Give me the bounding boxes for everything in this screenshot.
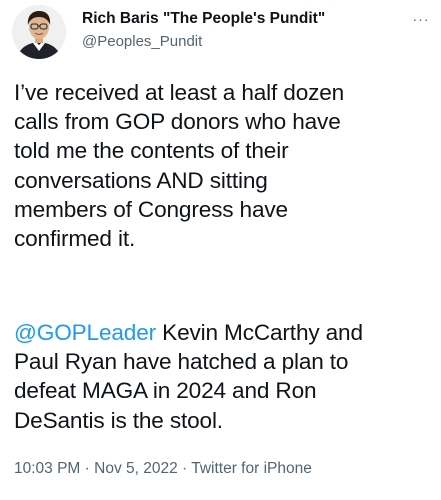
tweet-text-line: told me the contents of their [14, 138, 289, 164]
more-options-icon[interactable]: ··· [409, 11, 433, 27]
tweet-source[interactable]: Twitter for iPhone [191, 460, 312, 477]
tweet-text-line: I’ve received at least a half dozen [14, 80, 345, 105]
tweet-text-line: defeat MAGA in 2024 and Ron [14, 378, 317, 404]
tweet-date[interactable]: Nov 5, 2022 [94, 460, 178, 477]
tweet-time[interactable]: 10:03 PM [14, 460, 80, 477]
tweet-text-fragment: Kevin McCarthy and [156, 320, 363, 345]
author-handle[interactable]: @Peoples_Pundit [82, 32, 401, 52]
tweet-text-paragraph-1: I’ve received at least a half dozen call… [14, 78, 435, 253]
tweet-text-line: Paul Ryan have hatched a plan to [14, 349, 349, 375]
more-options-label: ··· [412, 11, 430, 27]
tweet-text-paragraph-2: @GOPLeader Kevin McCarthy and Paul Ryan … [14, 318, 435, 435]
tweet-text-line: @GOPLeader Kevin McCarthy and [14, 318, 435, 347]
tweet-text-line: DeSantis is the stool. [14, 407, 223, 433]
meta-separator: · [80, 460, 95, 477]
avatar[interactable] [12, 5, 66, 59]
tweet-text-line: confirmed it. [14, 226, 136, 252]
author-display-name[interactable]: Rich Baris "The People's Pundit" [82, 9, 401, 29]
mention-link[interactable]: @GOPLeader [14, 320, 156, 345]
tweet-text-line: conversations AND sitting [14, 167, 268, 193]
tweet-text-line: members of Congress have [14, 196, 288, 222]
tweet-metadata: 10:03 PM · Nov 5, 2022 · Twitter for iPh… [14, 460, 312, 478]
author-header: Rich Baris "The People's Pundit" @People… [82, 9, 401, 52]
meta-separator: · [177, 460, 192, 477]
tweet-card: Rich Baris "The People's Pundit" @People… [0, 0, 441, 500]
tweet-text-line: calls from GOP donors who have [14, 109, 341, 135]
avatar-image [12, 5, 66, 59]
